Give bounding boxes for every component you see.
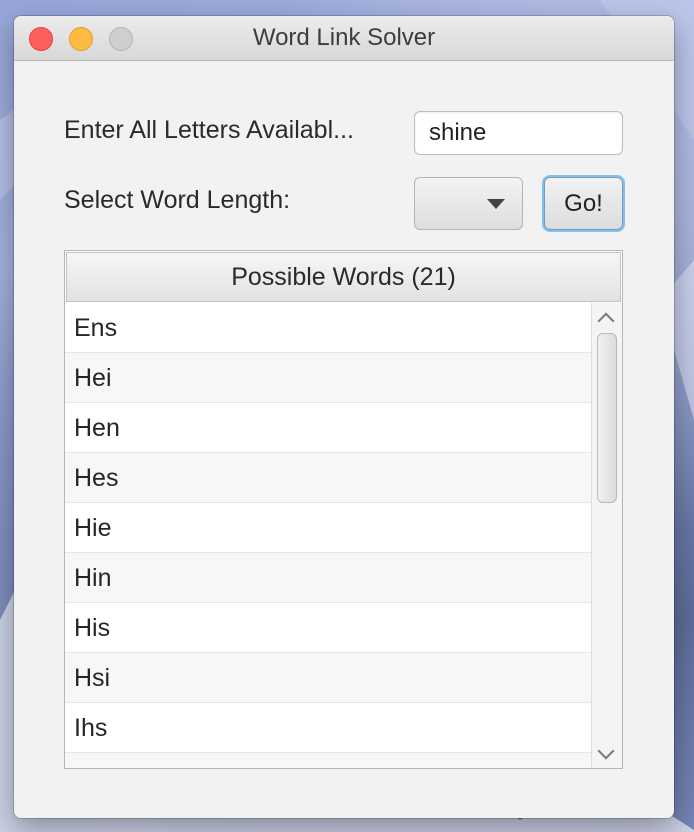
list-item[interactable]: Hin bbox=[65, 553, 591, 603]
list-item[interactable]: Hsi bbox=[65, 653, 591, 703]
chevron-down-icon[interactable] bbox=[597, 742, 615, 760]
list-item[interactable]: Ihs bbox=[65, 703, 591, 753]
go-button[interactable]: Go! bbox=[544, 177, 623, 230]
word-length-select[interactable] bbox=[414, 177, 523, 230]
vertical-scrollbar[interactable] bbox=[591, 303, 622, 768]
list-item[interactable]: Hes bbox=[65, 453, 591, 503]
list-item[interactable]: Hie bbox=[65, 503, 591, 553]
chevron-up-icon[interactable] bbox=[597, 312, 615, 330]
title-bar[interactable]: Word Link Solver bbox=[14, 16, 674, 61]
word-list-body[interactable]: Ens Hei Hen Hes Hie Hin His Hsi Ihs bbox=[65, 303, 591, 768]
window-title: Word Link Solver bbox=[252, 24, 436, 51]
letters-input[interactable] bbox=[414, 111, 623, 155]
letters-label: Enter All Letters Availabl... bbox=[64, 116, 354, 144]
list-item[interactable]: Hei bbox=[65, 353, 591, 403]
list-item[interactable]: His bbox=[65, 603, 591, 653]
list-item[interactable] bbox=[65, 753, 591, 768]
chevron-down-icon bbox=[487, 199, 505, 209]
list-item[interactable]: Ens bbox=[65, 303, 591, 353]
possible-words-list: Possible Words (21) Ens Hei Hen Hes Hie … bbox=[64, 250, 623, 769]
possible-words-header[interactable]: Possible Words (21) bbox=[66, 252, 621, 302]
app-window: Word Link Solver Enter All Letters Avail… bbox=[14, 16, 674, 818]
word-length-label: Select Word Length: bbox=[64, 186, 291, 214]
list-item[interactable]: Hen bbox=[65, 403, 591, 453]
scrollbar-thumb[interactable] bbox=[597, 333, 617, 503]
